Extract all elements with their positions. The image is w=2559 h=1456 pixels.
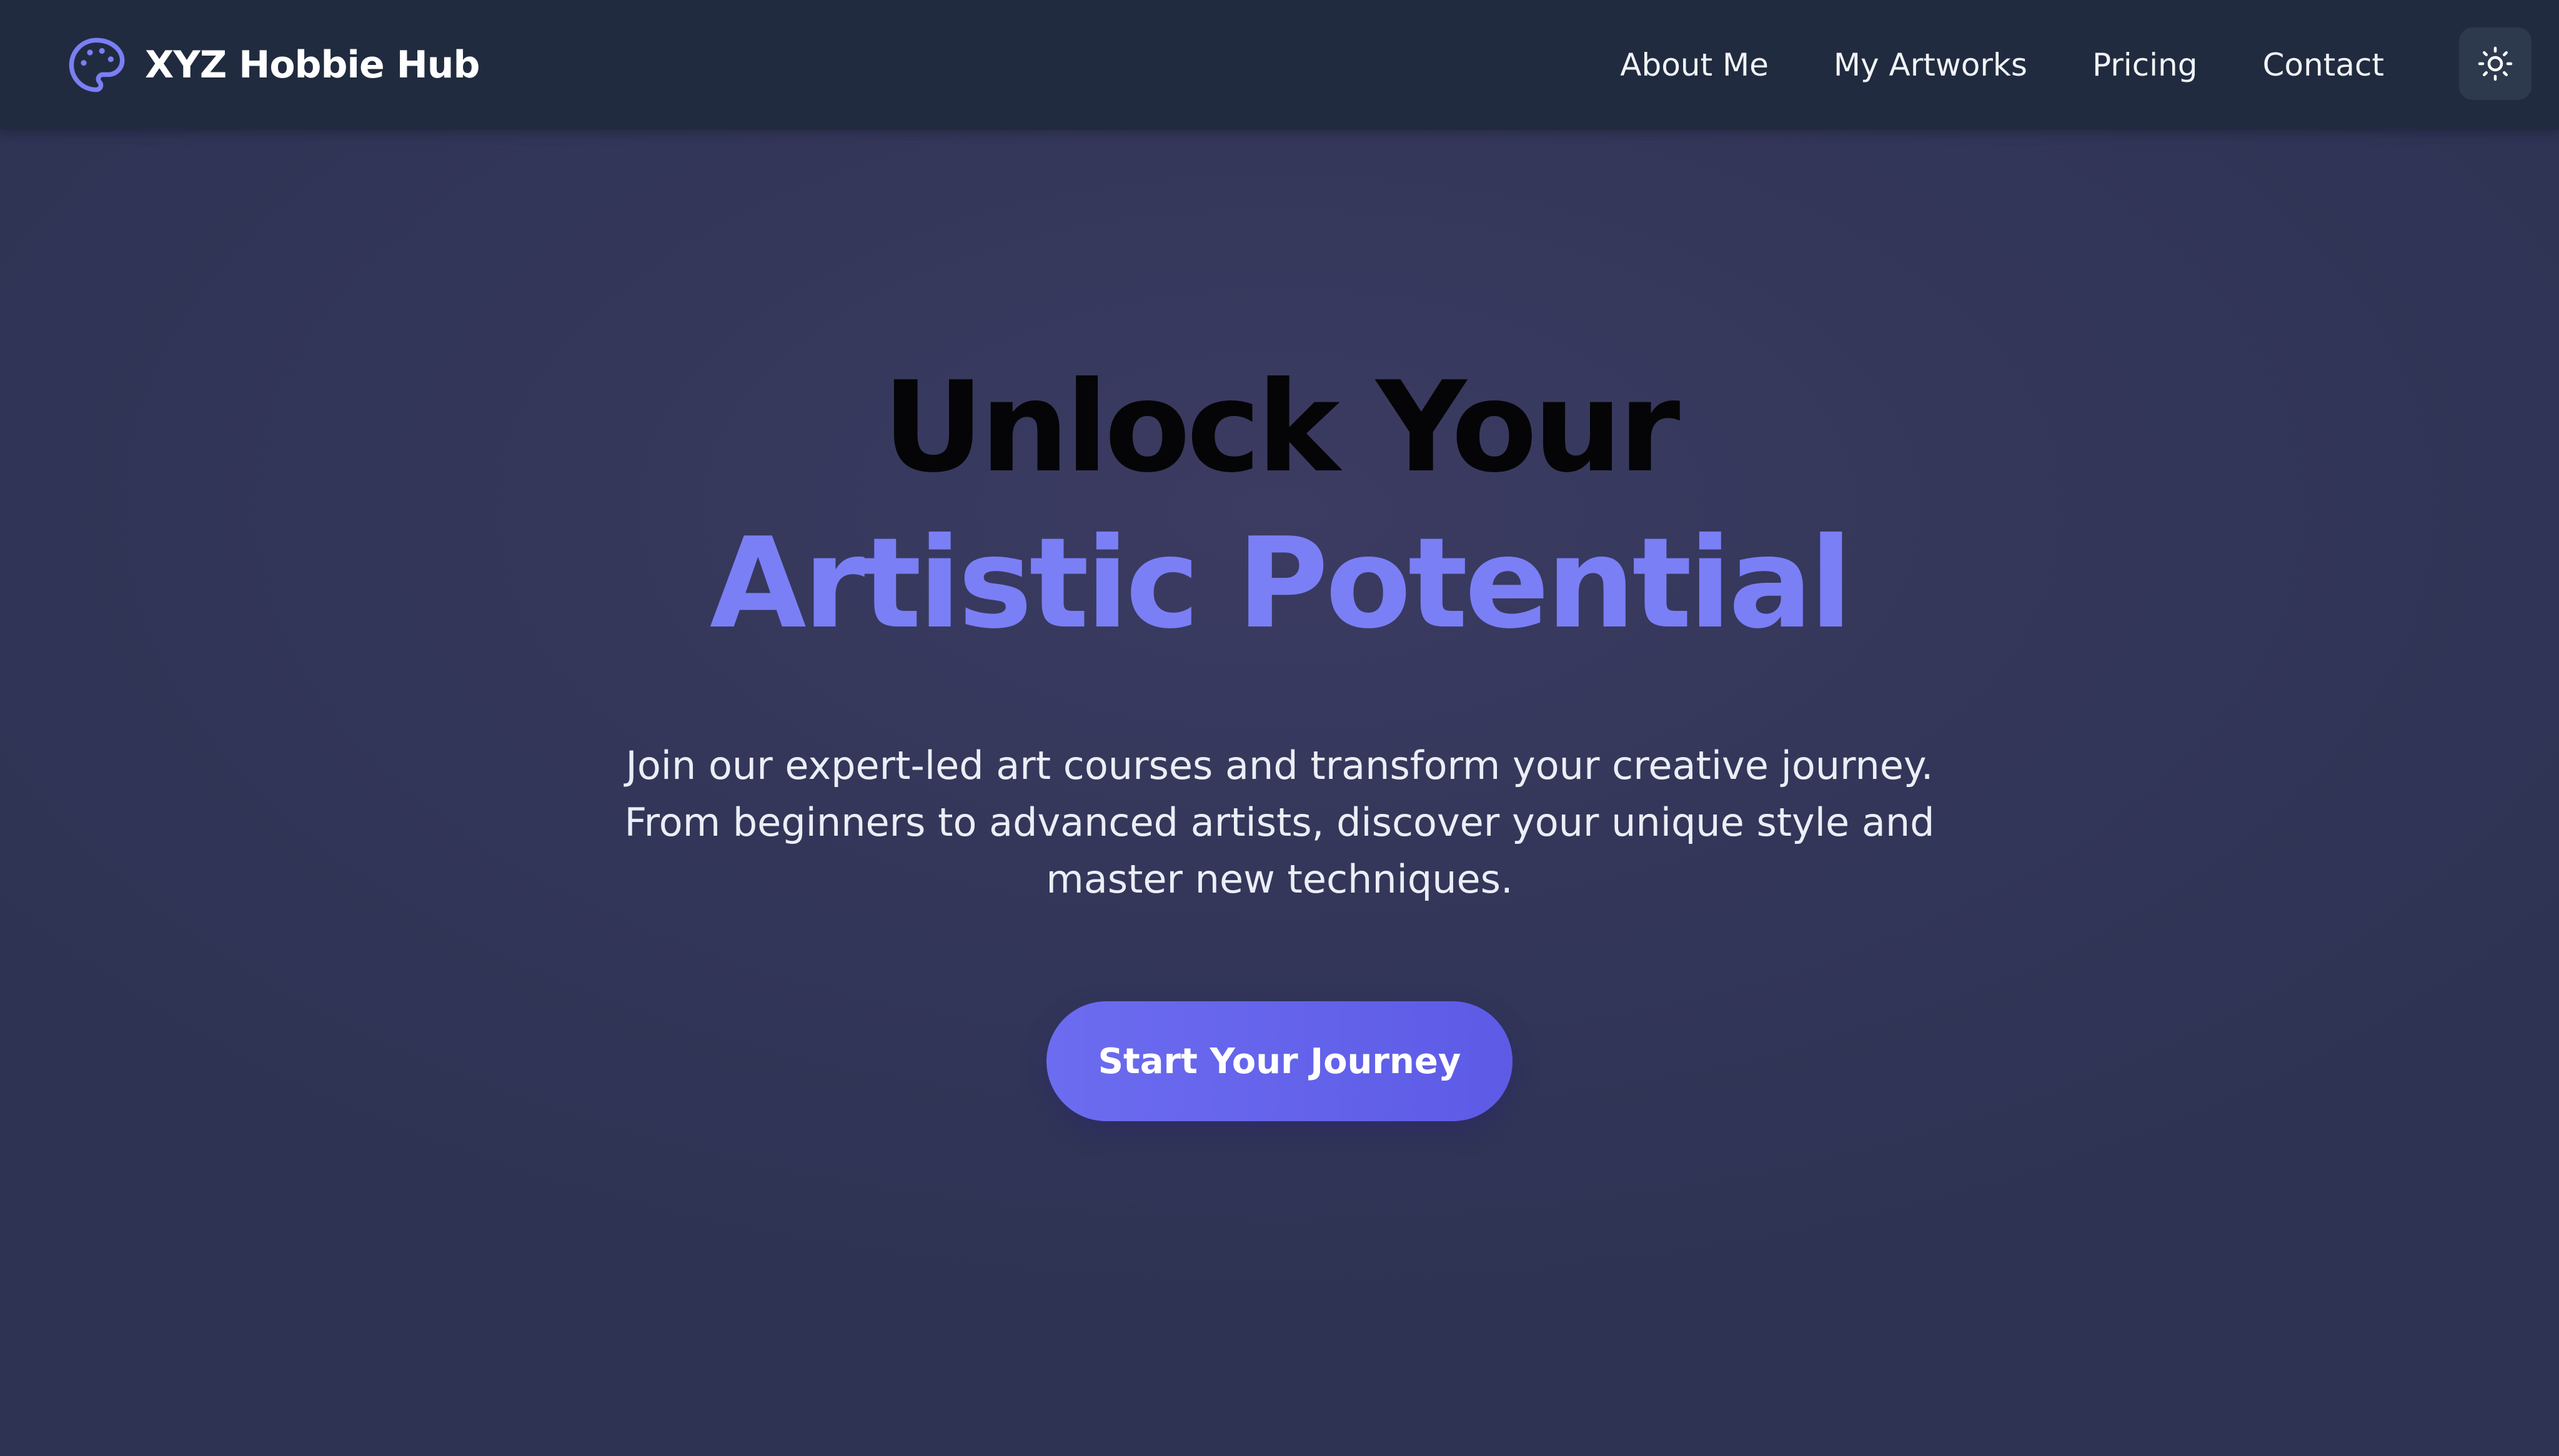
hero-title-line2: Artistic Potential	[709, 511, 1852, 656]
top-navbar: XYZ Hobbie Hub About Me My Artworks Pric…	[0, 0, 2559, 130]
start-journey-button[interactable]: Start Your Journey	[1046, 1001, 1513, 1121]
theme-toggle-button[interactable]	[2459, 27, 2532, 100]
brand-logo-link[interactable]: XYZ Hobbie Hub	[65, 32, 480, 97]
nav-link-my-artworks[interactable]: My Artworks	[1834, 47, 2027, 83]
brand-name: XYZ Hobbie Hub	[145, 43, 480, 87]
sun-icon	[2478, 46, 2513, 81]
main-nav: About Me My Artworks Pricing Contact	[1620, 32, 2384, 97]
palette-icon	[69, 37, 125, 92]
hero-section: Unlock Your Artistic Potential Join our …	[0, 350, 2559, 1121]
nav-link-about-me[interactable]: About Me	[1620, 47, 1769, 83]
nav-link-contact[interactable]: Contact	[2262, 47, 2384, 83]
nav-link-pricing[interactable]: Pricing	[2092, 47, 2198, 83]
hero-title-line1: Unlock Your	[882, 355, 1681, 500]
hero-subtitle: Join our expert-led art courses and tran…	[624, 743, 1935, 902]
